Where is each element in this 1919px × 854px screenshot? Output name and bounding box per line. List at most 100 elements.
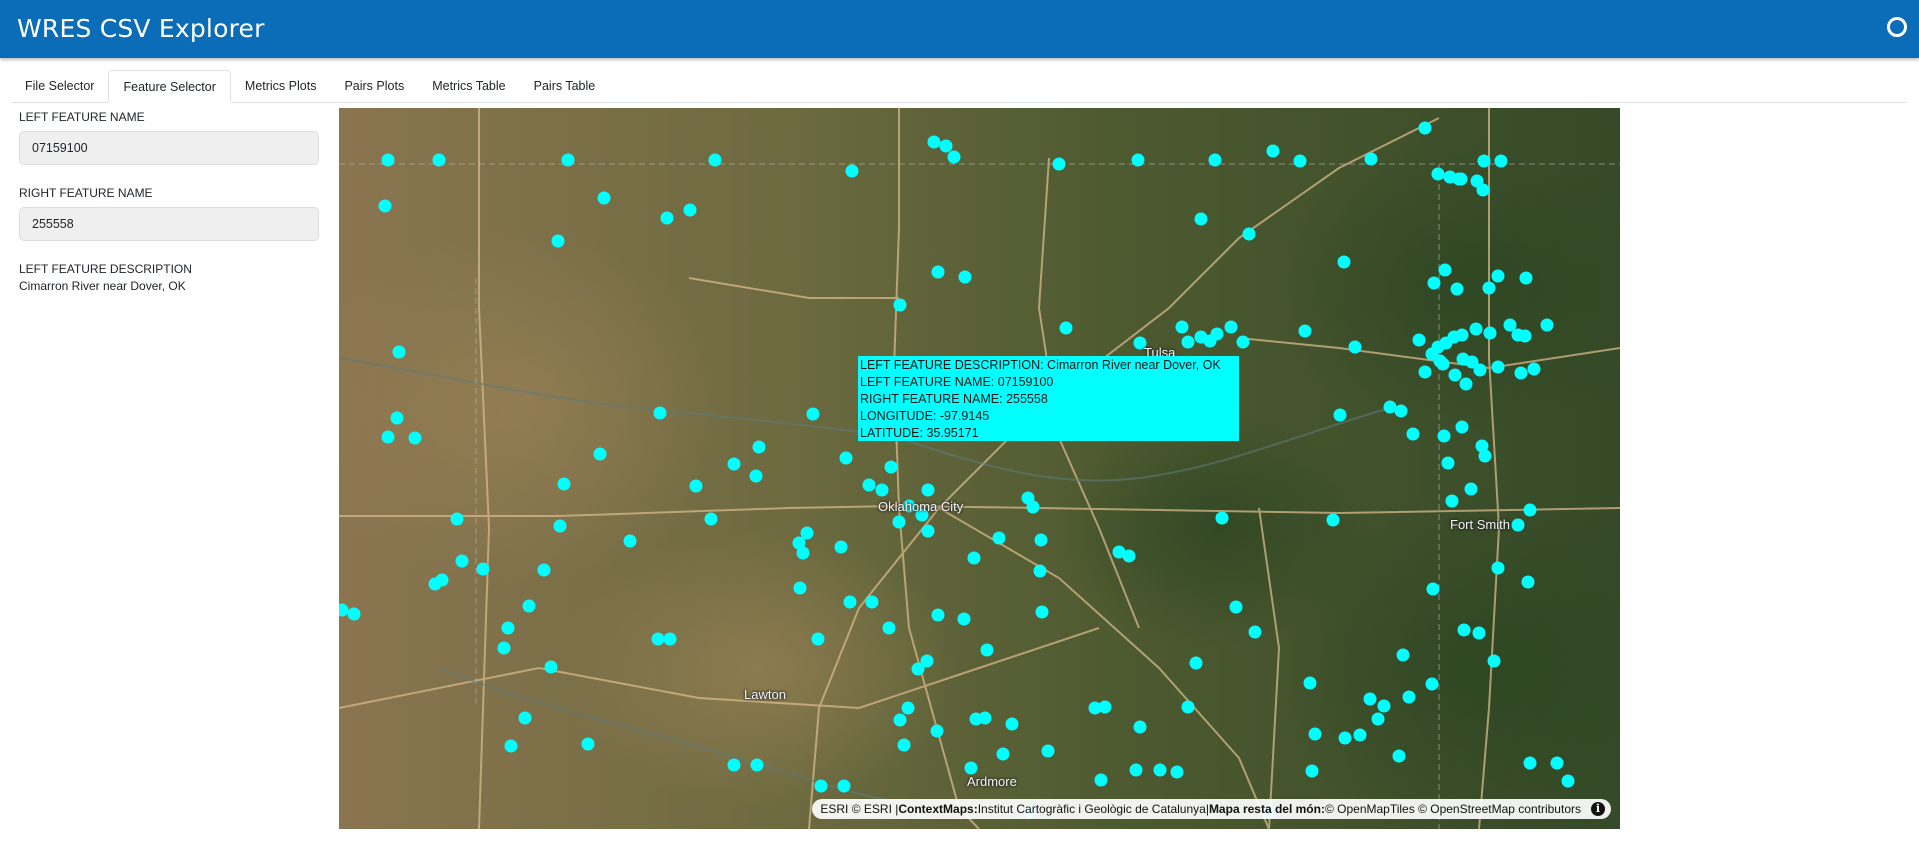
feature-point[interactable] — [931, 265, 945, 279]
feature-point[interactable] — [1034, 533, 1048, 547]
feature-point[interactable] — [1181, 700, 1195, 714]
feature-point[interactable] — [1363, 692, 1377, 706]
feature-point[interactable] — [727, 758, 741, 772]
feature-point[interactable] — [921, 524, 935, 538]
feature-point[interactable] — [1523, 756, 1537, 770]
feature-point[interactable] — [1540, 318, 1554, 332]
feature-point[interactable] — [1448, 368, 1462, 382]
feature-point[interactable] — [450, 512, 464, 526]
feature-point[interactable] — [390, 411, 404, 425]
feature-point[interactable] — [1133, 720, 1147, 734]
feature-point[interactable] — [806, 407, 820, 421]
feature-point[interactable] — [1477, 154, 1491, 168]
feature-point[interactable] — [408, 431, 422, 445]
feature-point[interactable] — [1170, 765, 1184, 779]
feature-point[interactable] — [1088, 701, 1102, 715]
feature-point[interactable] — [1483, 326, 1497, 340]
feature-map[interactable]: Oklahoma City Fort Smith Lawton Ardmore … — [339, 108, 1620, 829]
feature-point[interactable] — [1418, 365, 1432, 379]
feature-point[interactable] — [920, 654, 934, 668]
tab-pairs-table[interactable]: Pairs Table — [520, 70, 610, 102]
feature-point[interactable] — [1455, 328, 1469, 342]
feature-point[interactable] — [843, 595, 857, 609]
feature-point[interactable] — [875, 483, 889, 497]
feature-point[interactable] — [504, 739, 518, 753]
feature-point[interactable] — [1454, 172, 1468, 186]
feature-point[interactable] — [1337, 255, 1351, 269]
feature-point[interactable] — [501, 621, 515, 635]
feature-point[interactable] — [1464, 482, 1478, 496]
feature-point[interactable] — [1308, 727, 1322, 741]
right-feature-name-input[interactable] — [19, 207, 319, 241]
feature-point[interactable] — [967, 551, 981, 565]
feature-point[interactable] — [893, 713, 907, 727]
feature-point[interactable] — [882, 621, 896, 635]
feature-point[interactable] — [796, 546, 810, 560]
tab-file-selector[interactable]: File Selector — [11, 70, 108, 102]
feature-point[interactable] — [892, 515, 906, 529]
feature-point[interactable] — [839, 451, 853, 465]
feature-point[interactable] — [931, 608, 945, 622]
feature-point[interactable] — [1194, 212, 1208, 226]
feature-point[interactable] — [1438, 263, 1452, 277]
feature-point[interactable] — [921, 483, 935, 497]
feature-point[interactable] — [1476, 183, 1490, 197]
feature-point[interactable] — [653, 406, 667, 420]
feature-point[interactable] — [1425, 677, 1439, 691]
feature-point[interactable] — [1392, 749, 1406, 763]
feature-point[interactable] — [1005, 717, 1019, 731]
feature-point[interactable] — [1472, 626, 1486, 640]
feature-point[interactable] — [683, 203, 697, 217]
feature-point[interactable] — [1181, 335, 1195, 349]
feature-point[interactable] — [1153, 763, 1167, 777]
feature-point[interactable] — [689, 479, 703, 493]
feature-point[interactable] — [1033, 564, 1047, 578]
feature-point[interactable] — [1412, 333, 1426, 347]
feature-point[interactable] — [814, 779, 828, 793]
feature-point[interactable] — [1491, 561, 1505, 575]
feature-point[interactable] — [1550, 756, 1564, 770]
feature-point[interactable] — [1326, 513, 1340, 527]
feature-point[interactable] — [1338, 731, 1352, 745]
feature-point[interactable] — [593, 447, 607, 461]
feature-point[interactable] — [1494, 154, 1508, 168]
feature-point[interactable] — [1518, 329, 1532, 343]
feature-point[interactable] — [1129, 763, 1143, 777]
feature-point[interactable] — [1426, 582, 1440, 596]
feature-point[interactable] — [1511, 518, 1525, 532]
feature-point[interactable] — [969, 712, 983, 726]
feature-point[interactable] — [378, 199, 392, 213]
feature-point[interactable] — [901, 701, 915, 715]
feature-point[interactable] — [927, 135, 941, 149]
feature-point[interactable] — [1303, 676, 1317, 690]
feature-point[interactable] — [381, 430, 395, 444]
feature-point[interactable] — [1298, 324, 1312, 338]
feature-point[interactable] — [1457, 623, 1471, 637]
feature-point[interactable] — [1094, 773, 1108, 787]
feature-point[interactable] — [930, 724, 944, 738]
feature-point[interactable] — [1469, 322, 1483, 336]
feature-point[interactable] — [1491, 360, 1505, 374]
feature-point[interactable] — [1482, 281, 1496, 295]
feature-point[interactable] — [1026, 500, 1040, 514]
feature-point[interactable] — [1478, 449, 1492, 463]
feature-point[interactable] — [1441, 456, 1455, 470]
feature-point[interactable] — [1229, 600, 1243, 614]
feature-point[interactable] — [793, 581, 807, 595]
feature-point[interactable] — [428, 577, 442, 591]
feature-point[interactable] — [834, 540, 848, 554]
feature-point[interactable] — [1208, 153, 1222, 167]
feature-point[interactable] — [1491, 269, 1505, 283]
feature-point[interactable] — [392, 345, 406, 359]
left-feature-name-input[interactable] — [19, 131, 319, 165]
feature-point[interactable] — [1455, 420, 1469, 434]
feature-point[interactable] — [1131, 153, 1145, 167]
feature-point[interactable] — [1402, 690, 1416, 704]
feature-point[interactable] — [561, 153, 575, 167]
feature-point[interactable] — [553, 519, 567, 533]
feature-point[interactable] — [1443, 170, 1457, 184]
feature-point[interactable] — [893, 298, 907, 312]
feature-point[interactable] — [1242, 227, 1256, 241]
feature-point[interactable] — [1364, 152, 1378, 166]
feature-point[interactable] — [845, 164, 859, 178]
